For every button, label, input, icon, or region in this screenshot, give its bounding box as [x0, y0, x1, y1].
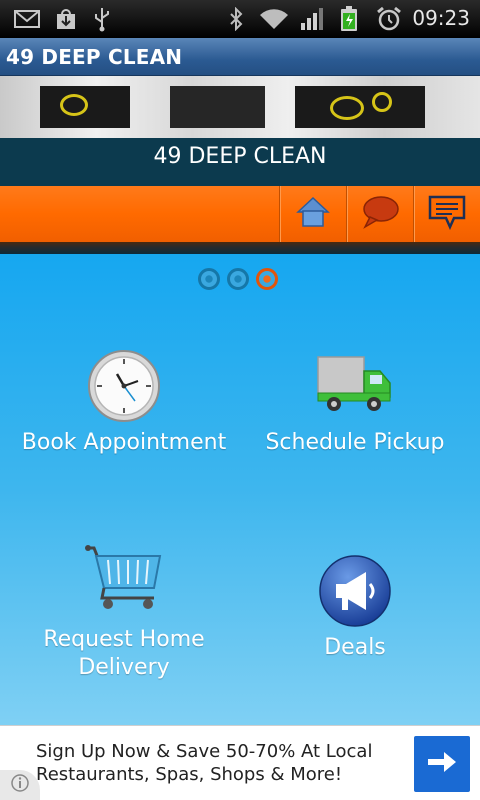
- book-appointment-label: Book Appointment: [21, 430, 227, 455]
- toolbar: [0, 186, 480, 242]
- deals-tile[interactable]: Deals: [240, 554, 470, 662]
- shopping-cart-icon: [84, 544, 164, 612]
- status-bar: 09:23: [0, 0, 480, 38]
- page-dot[interactable]: [198, 268, 220, 290]
- bluetooth-icon: [228, 7, 244, 31]
- toolbar-shadow: [0, 242, 480, 254]
- schedule-pickup-label: Schedule Pickup: [265, 430, 445, 455]
- message-icon: [428, 194, 466, 234]
- page-dot[interactable]: [227, 268, 249, 290]
- megaphone-icon: [318, 554, 392, 628]
- schedule-pickup-tile[interactable]: Schedule Pickup: [240, 349, 470, 457]
- request-home-delivery-label: Request Home Delivery: [43, 627, 205, 680]
- main-menu: Book Appointment Schedule Pickup Request…: [0, 254, 480, 725]
- ad-banner[interactable]: Sign Up Now & Save 50-70% At Local Resta…: [0, 725, 480, 800]
- clock-icon: [87, 349, 161, 423]
- home-icon: [295, 195, 331, 233]
- home-button[interactable]: [279, 186, 346, 242]
- app-title-bar: 49 DEEP CLEAN: [0, 38, 480, 76]
- ad-info-button[interactable]: [0, 770, 40, 800]
- banner-image: [0, 76, 480, 138]
- ad-text[interactable]: Sign Up Now & Save 50-70% At Local Resta…: [36, 740, 396, 786]
- arrow-right-icon: [426, 750, 458, 778]
- truck-icon: [316, 349, 394, 423]
- usb-icon: [92, 7, 112, 32]
- ad-go-button[interactable]: [414, 736, 470, 792]
- chat-button[interactable]: [346, 186, 413, 242]
- alarm-icon: [376, 6, 402, 31]
- business-name: 49 DEEP CLEAN: [153, 144, 327, 169]
- info-icon: [10, 773, 30, 797]
- battery-charging-icon: [340, 6, 358, 31]
- page-dot-active[interactable]: [256, 268, 278, 290]
- download-icon: [54, 7, 78, 31]
- gmail-icon: [14, 7, 40, 31]
- page-indicator: [198, 268, 282, 290]
- app-title: 49 DEEP CLEAN: [6, 45, 183, 69]
- status-time: 09:23: [412, 6, 470, 30]
- deals-label: Deals: [324, 635, 386, 660]
- wifi-icon: [258, 7, 290, 31]
- signal-icon: [300, 7, 326, 31]
- message-button[interactable]: [413, 186, 480, 242]
- chat-bubble-icon: [361, 195, 399, 233]
- book-appointment-tile[interactable]: Book Appointment: [9, 349, 239, 457]
- request-home-delivery-tile[interactable]: Request Home Delivery: [9, 544, 239, 682]
- business-name-bar: 49 DEEP CLEAN: [0, 138, 480, 186]
